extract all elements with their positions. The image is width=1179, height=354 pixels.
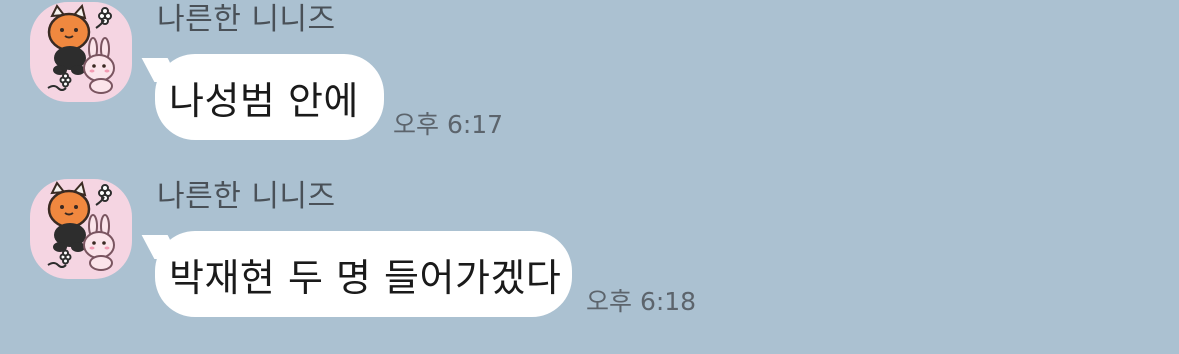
- bear-and-bunny-avatar-icon: [47, 3, 115, 94]
- message-bubble[interactable]: 나성범 안에: [141, 54, 384, 140]
- message-bubble[interactable]: 박재현 두 명 들어가겠다: [141, 231, 572, 317]
- message-text: 박재현 두 명 들어가겠다: [169, 255, 562, 300]
- message-group: 나른한 니니즈 박재현 두 명 들어가겠다 오후 6:18: [0, 177, 1179, 347]
- bear-and-bunny-avatar-icon: [47, 180, 115, 271]
- profile-avatar[interactable]: [30, 2, 132, 102]
- message-group: 나른한 니니즈 나성범 안에 오후 6:17: [0, 0, 1179, 170]
- sender-name: 나른한 니니즈: [157, 179, 336, 214]
- message-time: 오후 6:17: [393, 110, 504, 139]
- message-time: 오후 6:18: [586, 287, 697, 316]
- profile-avatar[interactable]: [30, 179, 132, 279]
- sender-name: 나른한 니니즈: [157, 2, 336, 37]
- message-text: 나성범 안에: [169, 78, 359, 123]
